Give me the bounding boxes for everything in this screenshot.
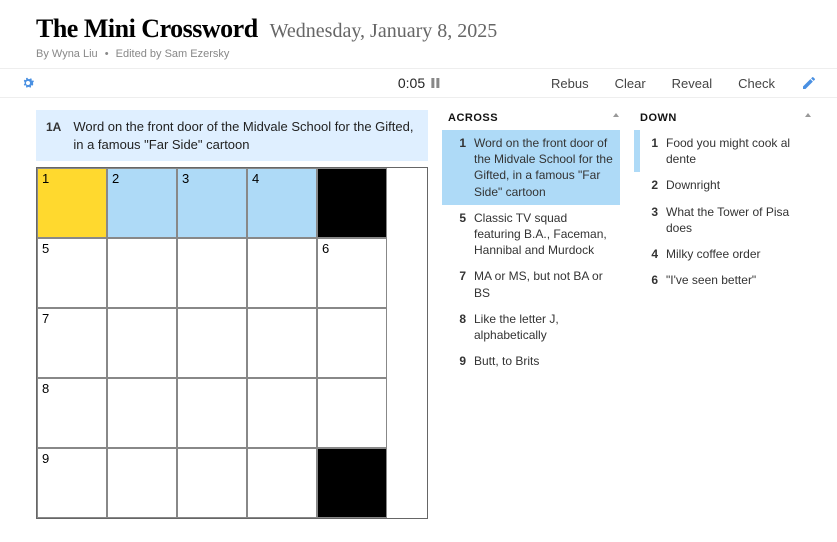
- timer[interactable]: 0:05: [398, 75, 439, 91]
- crossword-grid[interactable]: 1 2 3 4 5 6 7 8 9: [36, 167, 428, 519]
- clue-number: 1: [648, 135, 666, 167]
- clue-item[interactable]: 1Food you might cook al dente: [634, 130, 812, 172]
- grid-cell[interactable]: [177, 448, 247, 518]
- clue-item[interactable]: 3What the Tower of Pisa does: [634, 199, 812, 241]
- byline: By Wyna Liu • Edited by Sam Ezersky: [36, 48, 801, 60]
- grid-cell[interactable]: 7: [37, 308, 107, 378]
- grid-cell[interactable]: 9: [37, 448, 107, 518]
- clue-item[interactable]: 7MA or MS, but not BA or BS: [442, 263, 620, 305]
- clue-number: 2: [648, 177, 666, 193]
- toolbar: 0:05 Rebus Clear Reveal Check: [0, 69, 837, 98]
- grid-cell[interactable]: [177, 308, 247, 378]
- cell-number: 9: [42, 451, 49, 466]
- grid-cell[interactable]: [247, 308, 317, 378]
- clue-text: Word on the front door of the Midvale Sc…: [474, 135, 614, 200]
- clue-item[interactable]: 9Butt, to Brits: [442, 348, 620, 374]
- rebus-button[interactable]: Rebus: [551, 76, 589, 91]
- grid-cell[interactable]: [247, 378, 317, 448]
- clue-item[interactable]: 4Milky coffee order: [634, 241, 812, 267]
- clue-number: 3: [648, 204, 666, 236]
- clue-text: What the Tower of Pisa does: [666, 204, 806, 236]
- grid-cell[interactable]: 2: [107, 168, 177, 238]
- clue-item[interactable]: 6"I've seen better": [634, 267, 812, 293]
- clue-item[interactable]: 1Word on the front door of the Midvale S…: [442, 130, 620, 205]
- author-name: Wyna Liu: [52, 48, 98, 60]
- timer-value: 0:05: [398, 75, 425, 91]
- cell-number: 1: [42, 171, 49, 186]
- current-clue-text: Word on the front door of the Midvale Sc…: [73, 118, 418, 153]
- grid-cell[interactable]: 8: [37, 378, 107, 448]
- grid-cell[interactable]: [247, 448, 317, 518]
- grid-cell[interactable]: 4: [247, 168, 317, 238]
- grid-cell[interactable]: [177, 378, 247, 448]
- clue-item[interactable]: 8Like the letter J, alphabetically: [442, 306, 620, 348]
- clue-number: 7: [456, 268, 474, 300]
- byline-sep: •: [105, 48, 109, 60]
- clue-text: MA or MS, but not BA or BS: [474, 268, 614, 300]
- pencil-icon[interactable]: [801, 75, 817, 91]
- cell-number: 4: [252, 171, 259, 186]
- check-button[interactable]: Check: [738, 76, 775, 91]
- grid-cell[interactable]: [107, 238, 177, 308]
- clue-number: 6: [648, 272, 666, 288]
- pause-icon: [431, 78, 439, 88]
- clue-item[interactable]: 5Classic TV squad featuring B.A., Facema…: [442, 205, 620, 264]
- clue-number: 4: [648, 246, 666, 262]
- grid-cell[interactable]: [317, 308, 387, 378]
- editor-name: Sam Ezersky: [165, 48, 230, 60]
- grid-cell[interactable]: [107, 378, 177, 448]
- clear-button[interactable]: Clear: [615, 76, 646, 91]
- grid-cell[interactable]: [107, 308, 177, 378]
- grid-cell[interactable]: [317, 378, 387, 448]
- down-column: DOWN 1Food you might cook al dente2Downr…: [634, 110, 812, 519]
- clue-text: Like the letter J, alphabetically: [474, 311, 614, 343]
- cell-number: 5: [42, 241, 49, 256]
- grid-cell-black: [317, 448, 387, 518]
- clue-text: Classic TV squad featuring B.A., Faceman…: [474, 210, 614, 259]
- grid-cell[interactable]: [177, 238, 247, 308]
- cell-number: 8: [42, 381, 49, 396]
- cell-number: 2: [112, 171, 119, 186]
- across-list: 1Word on the front door of the Midvale S…: [442, 130, 620, 374]
- clue-text: Butt, to Brits: [474, 353, 539, 369]
- page-title: The Mini Crossword: [36, 14, 258, 44]
- scroll-up-icon[interactable]: [612, 112, 618, 122]
- across-column: ACROSS 1Word on the front door of the Mi…: [442, 110, 620, 519]
- current-clue-label: 1A: [46, 118, 73, 134]
- cell-number: 3: [182, 171, 189, 186]
- clue-text: "I've seen better": [666, 272, 756, 288]
- grid-cell[interactable]: [247, 238, 317, 308]
- clue-number: 1: [456, 135, 474, 200]
- gear-icon[interactable]: [20, 75, 36, 91]
- down-list: 1Food you might cook al dente2Downright3…: [634, 130, 812, 293]
- grid-cell[interactable]: 6: [317, 238, 387, 308]
- clue-text: Food you might cook al dente: [666, 135, 806, 167]
- down-heading: DOWN: [634, 110, 812, 130]
- clue-item[interactable]: 2Downright: [634, 172, 812, 198]
- grid-cell[interactable]: 5: [37, 238, 107, 308]
- current-clue-banner[interactable]: 1A Word on the front door of the Midvale…: [36, 110, 428, 161]
- grid-cell[interactable]: 3: [177, 168, 247, 238]
- grid-cell-black: [317, 168, 387, 238]
- clue-text: Downright: [666, 177, 720, 193]
- clue-text: Milky coffee order: [666, 246, 760, 262]
- clue-number: 8: [456, 311, 474, 343]
- page-header: The Mini Crossword Wednesday, January 8,…: [0, 0, 837, 69]
- reveal-button[interactable]: Reveal: [672, 76, 712, 91]
- clue-number: 5: [456, 210, 474, 259]
- across-heading: ACROSS: [442, 110, 620, 130]
- grid-cell[interactable]: 1: [37, 168, 107, 238]
- cell-number: 6: [322, 241, 329, 256]
- main-area: 1A Word on the front door of the Midvale…: [0, 98, 837, 519]
- clue-number: 9: [456, 353, 474, 369]
- cell-number: 7: [42, 311, 49, 326]
- scroll-up-icon[interactable]: [804, 112, 810, 122]
- puzzle-date: Wednesday, January 8, 2025: [270, 20, 498, 43]
- edited-prefix: Edited by: [116, 48, 165, 60]
- byline-prefix: By: [36, 48, 52, 60]
- grid-cell[interactable]: [107, 448, 177, 518]
